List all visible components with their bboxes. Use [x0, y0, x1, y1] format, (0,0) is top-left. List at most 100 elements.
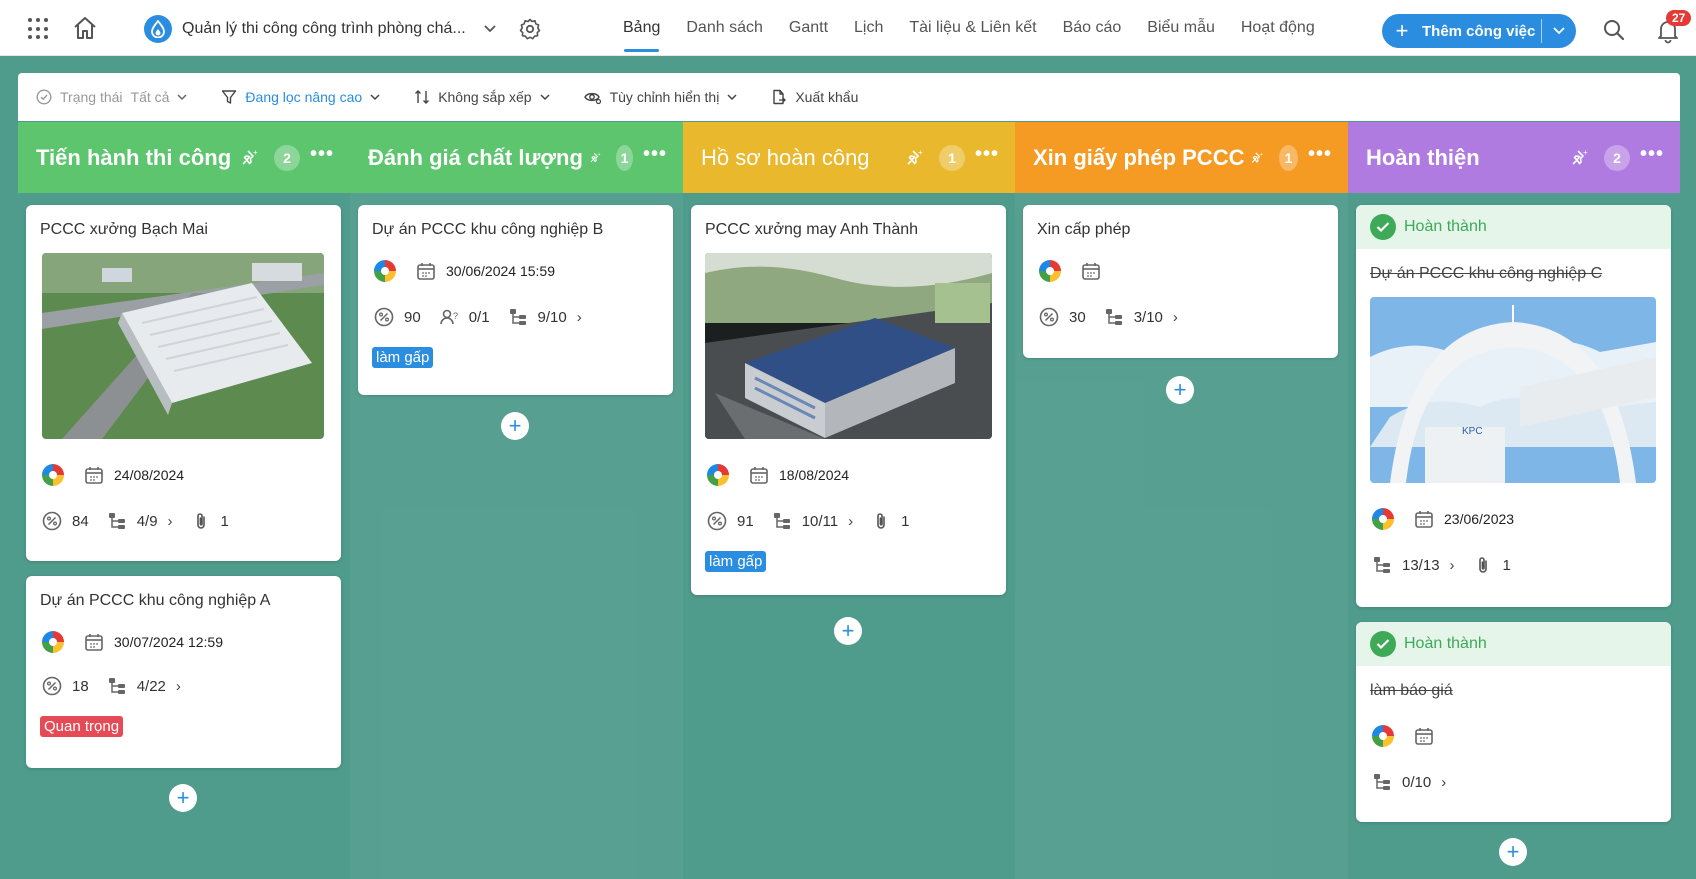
apps-grid-icon[interactable]: [28, 18, 50, 40]
task-card[interactable]: PCCC xưởng may Anh Thành 18/08/2024 91 1…: [691, 205, 1006, 595]
chevron-right-icon[interactable]: ›: [168, 513, 173, 530]
subtask-icon: [1372, 772, 1392, 792]
percent-icon: [42, 676, 62, 696]
attachment-icon: [191, 511, 211, 531]
project-selector[interactable]: Quản lý thi công công trình phòng chá...: [144, 14, 496, 44]
export-button[interactable]: Xuất khẩu: [771, 89, 858, 105]
add-task-dropdown[interactable]: [1542, 22, 1576, 40]
calendar-icon: [1414, 509, 1434, 529]
progress-value: 18: [72, 677, 89, 695]
column-title: Tiến hành thi công: [36, 144, 232, 170]
chevron-right-icon[interactable]: ›: [1441, 774, 1446, 791]
chevron-down-icon: [177, 93, 187, 100]
pin-icon[interactable]: [1570, 148, 1590, 168]
urgent-tag[interactable]: làm gấp: [705, 551, 767, 572]
column-title: Đánh giá chất lượng: [368, 144, 583, 170]
urgent-tag[interactable]: làm gấp: [372, 347, 434, 368]
attachment-icon: [871, 511, 891, 531]
column-title: Hồ sơ hoàn công: [701, 144, 870, 170]
progress-value: 30: [1069, 308, 1086, 326]
avatar[interactable]: [42, 464, 64, 486]
chevron-right-icon[interactable]: ›: [577, 309, 582, 326]
add-task-button[interactable]: + Thêm công việc: [1382, 14, 1576, 48]
avatar[interactable]: [1372, 508, 1394, 530]
search-icon[interactable]: [1602, 18, 1626, 47]
due-date[interactable]: 30/06/2024 15:59: [446, 263, 555, 279]
card-stats-row: 0/10 ›: [1356, 770, 1671, 794]
more-icon[interactable]: •••: [310, 144, 334, 167]
completed-banner: Hoàn thành: [1356, 622, 1671, 666]
more-icon[interactable]: •••: [1308, 144, 1332, 167]
more-icon[interactable]: •••: [1640, 144, 1664, 167]
subtask-icon: [107, 511, 127, 531]
more-icon[interactable]: •••: [643, 144, 667, 167]
subtask-count: 0/10: [1402, 773, 1432, 791]
pin-icon[interactable]: [240, 148, 260, 168]
due-date[interactable]: 23/06/2023: [1444, 511, 1514, 527]
avatar[interactable]: [707, 464, 729, 486]
progress-value: 91: [737, 512, 754, 530]
tab-board[interactable]: Bảng: [610, 0, 673, 56]
column-count: 1: [616, 144, 633, 171]
card-meta-row: 24/08/2024: [26, 463, 341, 487]
add-card-button[interactable]: +: [1499, 838, 1527, 866]
card-stats-row: 90 0/1 9/10 ›: [358, 305, 673, 329]
pin-icon[interactable]: [589, 148, 602, 168]
add-card-button[interactable]: +: [169, 784, 197, 812]
tab-list[interactable]: Danh sách: [673, 0, 776, 56]
add-card-button[interactable]: +: [834, 617, 862, 645]
factory-render-image: [705, 253, 992, 439]
filter-bar: Trạng thái Tất cả Đang lọc nâng cao Khôn…: [18, 73, 1680, 121]
avatar[interactable]: [42, 631, 64, 653]
card-title: Dự án PCCC khu công nghiệp A: [40, 592, 271, 609]
priority-tag[interactable]: Quan trọng: [40, 716, 124, 737]
tab-activity[interactable]: Hoạt động: [1228, 0, 1328, 56]
top-bar: Quản lý thi công công trình phòng chá...…: [0, 0, 1696, 56]
task-card[interactable]: Dự án PCCC khu công nghiệp A 30/07/2024 …: [26, 576, 341, 768]
kanban-board: Tiến hành thi công 2 ••• PCCC xưởng Bạch…: [18, 122, 1680, 879]
card-stats-row: 13/13 › 1: [1356, 553, 1671, 577]
chevron-right-icon[interactable]: ›: [176, 678, 181, 695]
pin-icon[interactable]: [905, 148, 925, 168]
gear-icon[interactable]: [518, 17, 542, 46]
avatar[interactable]: [374, 260, 396, 282]
card-stats-row: 91 10/11 › 1: [691, 509, 1006, 533]
tab-forms[interactable]: Biểu mẫu: [1134, 0, 1228, 56]
card-title: Dự án PCCC khu công nghiệp C: [1370, 265, 1603, 282]
due-date[interactable]: 30/07/2024 12:59: [114, 634, 223, 650]
card-title: làm báo giá: [1370, 682, 1453, 699]
avatar[interactable]: [1372, 725, 1394, 747]
task-card[interactable]: Dự án PCCC khu công nghiệp B 30/06/2024 …: [358, 205, 673, 395]
task-card[interactable]: Hoàn thành Dự án PCCC khu công nghiệp C …: [1356, 205, 1671, 607]
status-filter[interactable]: Trạng thái Tất cả: [36, 89, 187, 105]
tab-calendar[interactable]: Lịch: [841, 0, 896, 56]
home-icon[interactable]: [72, 16, 98, 45]
chevron-right-icon[interactable]: ›: [848, 513, 853, 530]
pin-icon[interactable]: [1250, 148, 1265, 168]
add-card-button[interactable]: +: [1166, 376, 1194, 404]
display-settings[interactable]: Tùy chỉnh hiển thị: [583, 89, 738, 105]
more-icon[interactable]: •••: [975, 144, 999, 167]
task-card[interactable]: Hoàn thành làm báo giá 0/10 ›: [1356, 622, 1671, 822]
check-circle-icon: [1370, 214, 1396, 240]
sort-control[interactable]: Không sắp xếp: [414, 89, 550, 105]
member-count: 0/1: [468, 308, 490, 326]
advanced-filter[interactable]: Đang lọc nâng cao: [221, 89, 380, 105]
chevron-right-icon[interactable]: ›: [1450, 557, 1455, 574]
chevron-right-icon[interactable]: ›: [1173, 309, 1178, 326]
add-card-button[interactable]: +: [501, 412, 529, 440]
calendar-icon[interactable]: [1081, 261, 1101, 281]
attachment-count: 1: [1502, 556, 1511, 574]
tab-documents[interactable]: Tài liệu & Liên kết: [896, 0, 1049, 56]
task-card[interactable]: PCCC xưởng Bạch Mai 24/08/2024 84 4/9 › …: [26, 205, 341, 561]
sort-icon: [415, 90, 430, 104]
due-date[interactable]: 18/08/2024: [779, 467, 849, 483]
tab-reports[interactable]: Báo cáo: [1050, 0, 1135, 56]
card-title: Xin cấp phép: [1037, 221, 1131, 238]
task-card[interactable]: Xin cấp phép 30 3/10 ›: [1023, 205, 1338, 358]
tab-gantt[interactable]: Gantt: [776, 0, 841, 56]
avatar[interactable]: [1039, 260, 1061, 282]
calendar-icon[interactable]: [1414, 726, 1434, 746]
due-date[interactable]: 24/08/2024: [114, 467, 184, 483]
status-label: Hoàn thành: [1404, 635, 1487, 652]
